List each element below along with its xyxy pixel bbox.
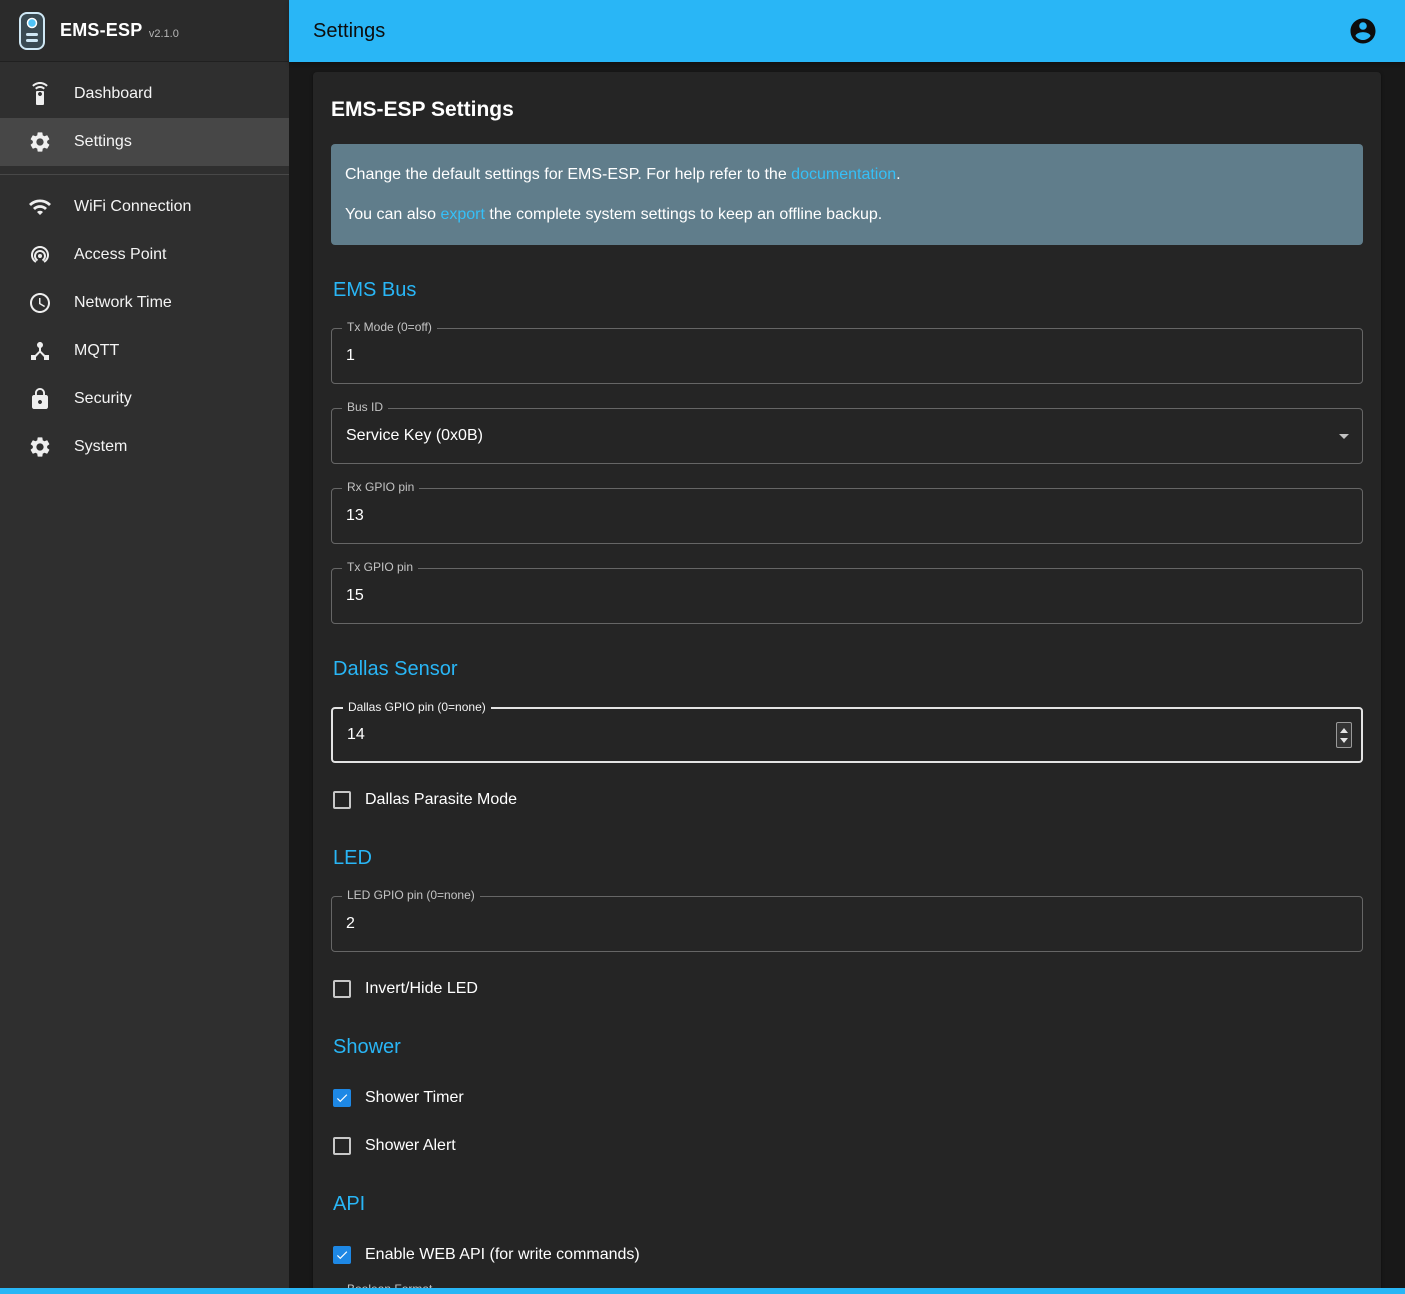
sidebar-item-access-point[interactable]: Access Point [0,231,289,279]
led-gpio-label: LED GPIO pin (0=none) [342,888,480,902]
enable-web-api-checkbox[interactable] [333,1246,351,1264]
info-line-1: Change the default settings for EMS-ESP.… [345,164,1349,186]
sidebar: EMS-ESP v2.1.0 Dashboard Settings [0,0,289,1294]
sidebar-nav: Dashboard Settings WiFi Connection A [0,62,289,471]
info-text: the complete system settings to keep an … [485,206,882,223]
sidebar-item-label: Dashboard [74,85,152,103]
lock-icon [28,387,52,411]
content: EMS-ESP Settings Change the default sett… [289,62,1405,1294]
check-icon [335,1247,349,1263]
spinner-up-icon[interactable] [1340,728,1348,733]
bus-id-label: Bus ID [342,400,388,414]
app-header: EMS-ESP v2.1.0 [0,0,289,62]
wifi-tethering-icon [28,243,52,267]
sidebar-divider [0,174,289,175]
enable-web-api-row[interactable]: Enable WEB API (for write commands) [333,1242,1363,1268]
enable-web-api-label: Enable WEB API (for write commands) [365,1246,640,1264]
bus-id-value: Service Key (0x0B) [332,409,1362,463]
shower-alert-label: Shower Alert [365,1137,456,1155]
app-version: v2.1.0 [149,28,179,40]
dallas-parasite-row[interactable]: Dallas Parasite Mode [333,787,1363,813]
tx-gpio-label: Tx GPIO pin [342,560,418,574]
page-title: Settings [313,20,385,43]
dallas-gpio-label: Dallas GPIO pin (0=none) [343,700,491,714]
info-text: Change the default settings for EMS-ESP.… [345,166,791,183]
sidebar-item-label: Settings [74,133,132,151]
shower-timer-checkbox[interactable] [333,1089,351,1107]
shower-timer-label: Shower Timer [365,1089,464,1107]
bottom-accent-bar [0,1288,1405,1294]
rx-gpio-field: Rx GPIO pin [331,488,1363,544]
dallas-parasite-checkbox[interactable] [333,791,351,809]
invert-led-row[interactable]: Invert/Hide LED [333,976,1363,1002]
section-shower: Shower [333,1036,1363,1059]
export-link[interactable]: export [440,206,484,223]
settings-card: EMS-ESP Settings Change the default sett… [313,72,1381,1294]
main-area: Settings EMS-ESP Settings Change the def… [289,0,1405,1294]
sidebar-item-system[interactable]: System [0,423,289,471]
app-name: EMS-ESP [60,20,142,40]
rx-gpio-label: Rx GPIO pin [342,480,419,494]
section-led: LED [333,847,1363,870]
shower-timer-row[interactable]: Shower Timer [333,1085,1363,1111]
info-banner: Change the default settings for EMS-ESP.… [331,144,1363,245]
device-remote-icon [28,82,52,106]
sidebar-item-network-time[interactable]: Network Time [0,279,289,327]
sidebar-item-label: Network Time [74,294,172,312]
card-title: EMS-ESP Settings [331,98,1363,122]
page: EMS-ESP v2.1.0 Dashboard Settings [0,0,1405,1294]
tx-mode-label: Tx Mode (0=off) [342,320,437,334]
bus-id-select[interactable]: Bus ID Service Key (0x0B) [331,408,1363,464]
dallas-gpio-field: Dallas GPIO pin (0=none) [331,707,1363,763]
section-api: API [333,1193,1363,1216]
led-gpio-input[interactable] [332,897,1362,951]
check-icon [335,1090,349,1106]
info-line-2: You can also export the complete system … [345,204,1349,226]
dallas-gpio-input[interactable] [333,709,1361,761]
sidebar-item-label: MQTT [74,342,119,360]
sidebar-item-wifi-connection[interactable]: WiFi Connection [0,183,289,231]
sidebar-item-label: Access Point [74,246,166,264]
sidebar-item-mqtt[interactable]: MQTT [0,327,289,375]
sidebar-item-label: WiFi Connection [74,198,191,216]
app-logo-icon [18,11,46,51]
tx-mode-input[interactable] [332,329,1362,383]
clock-icon [28,291,52,315]
tx-mode-field: Tx Mode (0=off) [331,328,1363,384]
tx-gpio-input[interactable] [332,569,1362,623]
rx-gpio-input[interactable] [332,489,1362,543]
sidebar-item-label: System [74,438,127,456]
account-circle-icon [1348,16,1378,46]
section-dallas-sensor: Dallas Sensor [333,658,1363,681]
shower-alert-checkbox[interactable] [333,1137,351,1155]
invert-led-checkbox[interactable] [333,980,351,998]
invert-led-label: Invert/Hide LED [365,980,478,998]
gear-icon [28,130,52,154]
wifi-icon [28,195,52,219]
tx-gpio-field: Tx GPIO pin [331,568,1363,624]
sidebar-item-security[interactable]: Security [0,375,289,423]
device-hub-icon [28,339,52,363]
gear-icon [28,435,52,459]
section-ems-bus: EMS Bus [333,279,1363,302]
led-gpio-field: LED GPIO pin (0=none) [331,896,1363,952]
number-spinner[interactable] [1336,722,1352,748]
documentation-link[interactable]: documentation [791,166,896,183]
info-text: . [896,166,900,183]
sidebar-item-settings[interactable]: Settings [0,118,289,166]
sidebar-item-dashboard[interactable]: Dashboard [0,70,289,118]
sidebar-item-label: Security [74,390,132,408]
account-button[interactable] [1343,11,1383,51]
shower-alert-row[interactable]: Shower Alert [333,1133,1363,1159]
dallas-parasite-label: Dallas Parasite Mode [365,791,517,809]
spinner-down-icon[interactable] [1340,738,1348,743]
appbar: Settings [289,0,1405,62]
info-text: You can also [345,206,440,223]
